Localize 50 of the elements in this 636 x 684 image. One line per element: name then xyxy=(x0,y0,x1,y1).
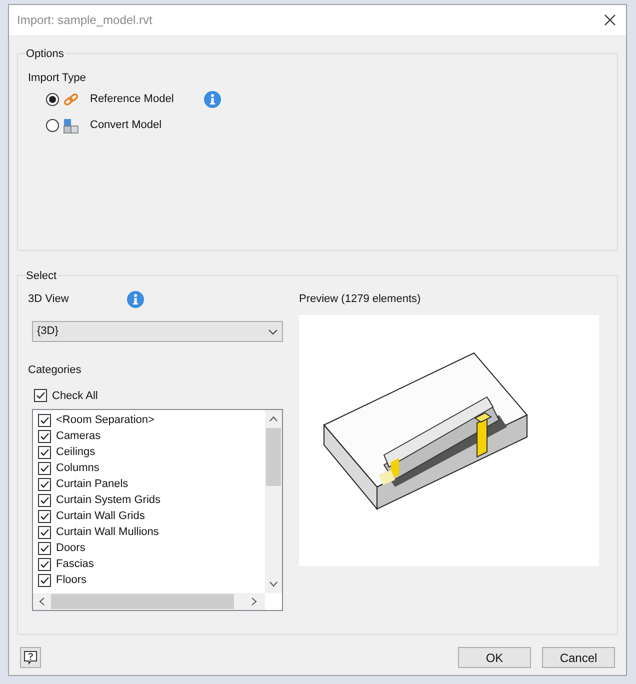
preview-label: Preview (1279 elements) xyxy=(299,292,422,307)
checkbox[interactable] xyxy=(38,446,51,458)
category-item[interactable]: Curtain Wall Grids xyxy=(56,508,145,524)
category-item[interactable]: Doors xyxy=(56,540,86,556)
scroll-up-icon xyxy=(269,416,278,422)
dialog-button[interactable]: Cancel xyxy=(542,647,615,668)
radio-label[interactable]: Convert Model xyxy=(90,117,202,134)
checkbox[interactable] xyxy=(38,414,51,426)
scroll-right-icon xyxy=(251,597,257,606)
checkbox[interactable] xyxy=(38,558,51,570)
radio-button[interactable] xyxy=(46,93,59,106)
checkbox[interactable] xyxy=(38,478,51,490)
checkbox[interactable] xyxy=(38,526,51,538)
checkbox[interactable] xyxy=(38,542,51,554)
radio-button[interactable] xyxy=(46,119,59,132)
category-item[interactable]: Curtain Panels xyxy=(56,476,128,492)
checkbox[interactable] xyxy=(38,574,51,586)
checkbox[interactable] xyxy=(34,389,47,402)
help-icon xyxy=(23,650,38,665)
radio-label[interactable]: Reference Model xyxy=(90,91,202,108)
info-icon xyxy=(127,290,144,308)
vertical-scrollbar[interactable] xyxy=(265,410,282,593)
category-item[interactable]: Cameras xyxy=(56,428,101,444)
blocks-icon xyxy=(63,118,79,134)
checkbox-label[interactable]: Check All xyxy=(52,388,98,404)
category-item[interactable]: Floors xyxy=(56,572,87,588)
horizontal-scrollbar[interactable] xyxy=(33,593,265,610)
checkbox[interactable] xyxy=(38,494,51,506)
window-title: Import: sample_model.rvt xyxy=(17,12,152,29)
chevron-down-icon xyxy=(268,328,278,334)
checkbox[interactable] xyxy=(38,462,51,474)
category-item[interactable]: Columns xyxy=(56,460,100,476)
category-item[interactable]: <Room Separation> xyxy=(56,412,154,428)
dialog-button[interactable]: OK xyxy=(458,647,531,668)
field-label: 3D View xyxy=(28,292,70,307)
section-label: Categories xyxy=(28,363,82,378)
import-type-label: Import Type xyxy=(28,71,87,86)
chain-link-icon xyxy=(63,92,79,108)
view-dropdown[interactable]: {3D} xyxy=(32,321,283,342)
category-item[interactable]: Curtain Wall Mullions xyxy=(56,524,159,540)
scroll-left-icon xyxy=(39,597,45,606)
scroll-down-icon xyxy=(269,581,278,587)
category-item[interactable]: Fascias xyxy=(56,556,94,572)
checkbox[interactable] xyxy=(38,510,51,522)
category-item[interactable]: Ceilings xyxy=(56,444,96,460)
close-icon[interactable] xyxy=(604,14,616,26)
help-button[interactable] xyxy=(20,647,41,668)
category-item[interactable]: Curtain System Grids xyxy=(56,492,161,508)
checkbox[interactable] xyxy=(38,430,51,442)
group-title: Options xyxy=(25,46,65,62)
